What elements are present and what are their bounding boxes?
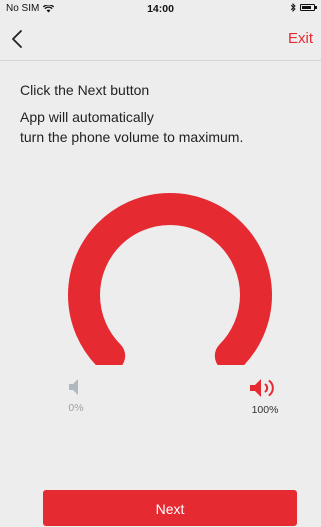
volume-gauge-svg — [68, 193, 272, 372]
instruction-line-3: turn the phone volume to maximum. — [20, 129, 244, 145]
instruction-line-1: Click the Next button — [20, 82, 150, 98]
speaker-muted-icon — [69, 379, 78, 395]
speaker-loud-icon — [250, 379, 274, 397]
nav-divider — [0, 60, 321, 61]
chevron-left-icon — [12, 30, 22, 48]
volume-min: 0% — [58, 378, 94, 414]
volume-gauge — [60, 185, 280, 372]
volume-max-label: 100% — [251, 404, 279, 416]
next-button[interactable]: Next — [43, 490, 297, 526]
volume-max: 100% — [242, 378, 288, 416]
battery-icon — [300, 4, 317, 11]
status-time: 14:00 — [147, 3, 174, 15]
exit-button[interactable]: Exit — [288, 30, 313, 47]
bluetooth-icon — [290, 3, 296, 12]
status-right — [290, 3, 317, 12]
volume-gauge-arc — [68, 193, 272, 372]
instructions: Click the Next button App will automatic… — [20, 80, 310, 147]
status-bar: No SIM 14:00 — [0, 0, 321, 18]
volume-min-label: 0% — [68, 402, 84, 414]
nav-bar: Exit — [0, 22, 321, 56]
instruction-line-2: App will automatically — [20, 109, 154, 125]
back-button[interactable] — [8, 26, 30, 52]
